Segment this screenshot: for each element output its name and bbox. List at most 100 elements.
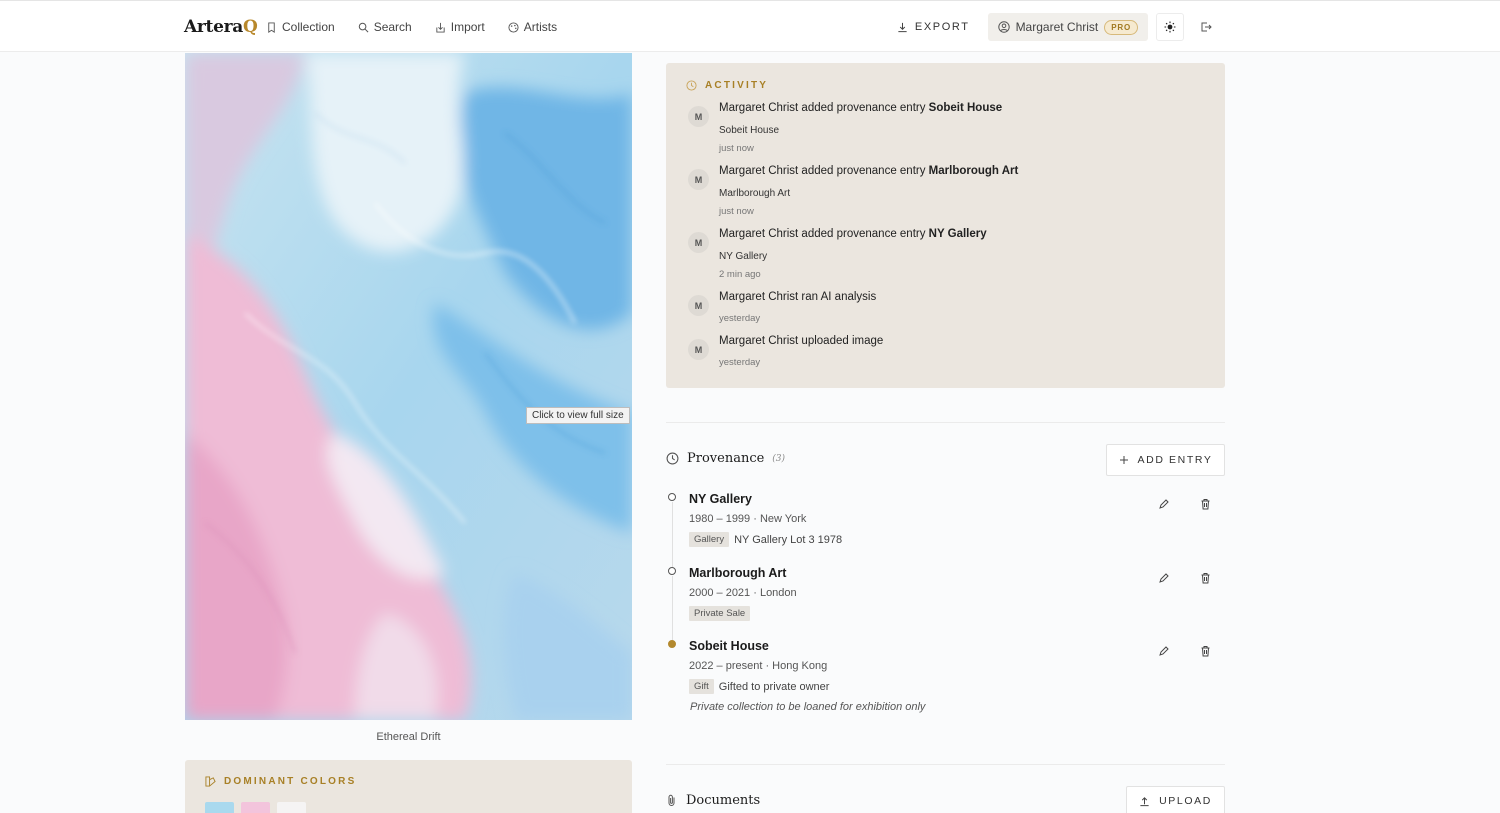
timeline-connector xyxy=(672,502,673,572)
delete-entry-button[interactable] xyxy=(1198,571,1212,585)
provenance-entry-detail: Gifted to private owner xyxy=(718,680,830,693)
avatar: M xyxy=(688,232,709,253)
swatch-list xyxy=(205,802,306,813)
delete-entry-button[interactable] xyxy=(1198,644,1212,658)
provenance-entry-name: Sobeit House xyxy=(689,639,769,653)
activity-text: Margaret Christ added provenance entry S… xyxy=(719,102,1003,114)
avatar: M xyxy=(688,106,709,127)
nav-search[interactable]: Search xyxy=(358,20,412,34)
user-icon xyxy=(997,21,1010,33)
sun-icon xyxy=(1164,21,1176,33)
dominant-colors-panel: DOMINANT COLORS xyxy=(185,760,632,813)
provenance-type-tag: Private Sale xyxy=(689,606,751,621)
edit-entry-button[interactable] xyxy=(1157,497,1171,511)
activity-subtext: NY Gallery xyxy=(719,251,768,262)
artwork-caption: Ethereal Drift xyxy=(376,731,441,743)
palette-icon xyxy=(508,21,519,33)
activity-subtext: Sobeit House xyxy=(719,125,780,136)
header-actions: EXPORT Margaret Christ PRO xyxy=(887,13,1220,41)
activity-panel: ACTIVITY M Margaret Christ added provena… xyxy=(666,63,1225,388)
search-icon xyxy=(358,22,369,32)
upload-icon xyxy=(1140,796,1149,806)
bookmark-icon xyxy=(268,21,275,33)
provenance-entry-tags: Gift Gifted to private owner xyxy=(689,679,829,694)
section-divider xyxy=(666,764,1225,765)
logout-button[interactable] xyxy=(1192,13,1220,41)
nav-import-label: Import xyxy=(450,20,485,34)
timeline-dot-current xyxy=(668,640,676,648)
plan-badge: PRO xyxy=(1104,19,1138,35)
plus-icon xyxy=(1119,456,1128,464)
export-label: EXPORT xyxy=(914,21,970,33)
timeline-connector xyxy=(672,576,673,646)
theme-toggle-button[interactable] xyxy=(1156,13,1184,41)
color-swatch[interactable] xyxy=(277,802,306,813)
history-icon xyxy=(666,452,679,465)
nav-search-label: Search xyxy=(373,20,412,34)
upload-button[interactable]: UPLOAD xyxy=(1126,786,1225,813)
activity-text: Margaret Christ added provenance entry N… xyxy=(719,228,987,240)
activity-time: yesterday xyxy=(719,313,761,324)
dominant-colors-heading: DOMINANT COLORS xyxy=(205,776,356,787)
paperclip-icon xyxy=(668,794,675,806)
artwork-image[interactable] xyxy=(185,53,632,720)
nav-import[interactable]: Import xyxy=(435,20,485,34)
avatar: M xyxy=(688,169,709,190)
user-name: Margaret Christ xyxy=(1015,20,1099,34)
logout-icon xyxy=(1201,22,1212,32)
logo-accent: Q xyxy=(243,17,258,37)
clock-icon xyxy=(686,80,697,91)
export-button[interactable]: EXPORT xyxy=(887,13,980,41)
provenance-heading: Provenance (3) xyxy=(666,451,785,466)
nav-collection-label: Collection xyxy=(282,20,335,34)
delete-entry-button[interactable] xyxy=(1198,497,1212,511)
provenance-entry-meta: 2022 – present · Hong Kong xyxy=(689,660,828,672)
color-swatch-icon xyxy=(205,776,216,787)
provenance-entry-note: Private collection to be loaned for exhi… xyxy=(690,701,926,713)
upload-label: UPLOAD xyxy=(1159,795,1212,807)
nav-artists[interactable]: Artists xyxy=(508,20,557,34)
provenance-entry-meta: 1980 – 1999 · New York xyxy=(689,513,807,525)
download-icon xyxy=(898,22,907,32)
activity-time: yesterday xyxy=(719,357,761,368)
color-swatch[interactable] xyxy=(241,802,270,813)
pencil-icon xyxy=(1159,573,1169,583)
add-entry-button[interactable]: ADD ENTRY xyxy=(1106,444,1225,476)
pencil-icon xyxy=(1159,499,1169,509)
color-swatch[interactable] xyxy=(205,802,234,813)
trash-icon xyxy=(1201,646,1209,657)
provenance-entry-detail: NY Gallery Lot 3 1978 xyxy=(734,533,843,546)
top-navigation-bar: ArteraQ Collection Search Import Artists… xyxy=(0,0,1500,52)
provenance-entry-meta: 2000 – 2021 · London xyxy=(689,587,797,599)
main-nav: Collection Search Import Artists xyxy=(266,1,557,53)
documents-title: Documents xyxy=(686,793,761,808)
trash-icon xyxy=(1201,499,1209,510)
nav-collection[interactable]: Collection xyxy=(266,20,335,34)
activity-text: Margaret Christ uploaded image xyxy=(719,335,884,347)
user-menu[interactable]: Margaret Christ PRO xyxy=(987,13,1148,41)
add-entry-label: ADD ENTRY xyxy=(1137,454,1213,466)
provenance-entry-name: NY Gallery xyxy=(689,492,753,506)
provenance-entry-tags: Private Sale xyxy=(689,606,751,621)
pencil-icon xyxy=(1159,646,1169,656)
nav-artists-label: Artists xyxy=(523,20,558,34)
view-full-size-tooltip: Click to view full size xyxy=(526,407,630,424)
activity-subtext: Marlborough Art xyxy=(719,188,791,199)
edit-entry-button[interactable] xyxy=(1157,644,1171,658)
edit-entry-button[interactable] xyxy=(1157,571,1171,585)
provenance-entry-name: Marlborough Art xyxy=(689,566,787,580)
timeline-dot xyxy=(668,493,676,501)
activity-text: Margaret Christ added provenance entry M… xyxy=(719,165,1019,177)
provenance-type-tag: Gift xyxy=(689,679,714,694)
dominant-colors-label: DOMINANT COLORS xyxy=(224,776,357,787)
activity-time: just now xyxy=(719,206,754,217)
avatar: M xyxy=(688,339,709,360)
logo-text: Artera xyxy=(184,17,243,37)
app-logo[interactable]: ArteraQ xyxy=(184,17,258,37)
activity-label: ACTIVITY xyxy=(705,80,769,91)
provenance-title: Provenance xyxy=(687,451,765,466)
activity-text: Margaret Christ ran AI analysis xyxy=(719,291,877,303)
activity-heading: ACTIVITY xyxy=(686,80,768,91)
documents-heading: Documents xyxy=(666,793,760,808)
avatar: M xyxy=(688,295,709,316)
